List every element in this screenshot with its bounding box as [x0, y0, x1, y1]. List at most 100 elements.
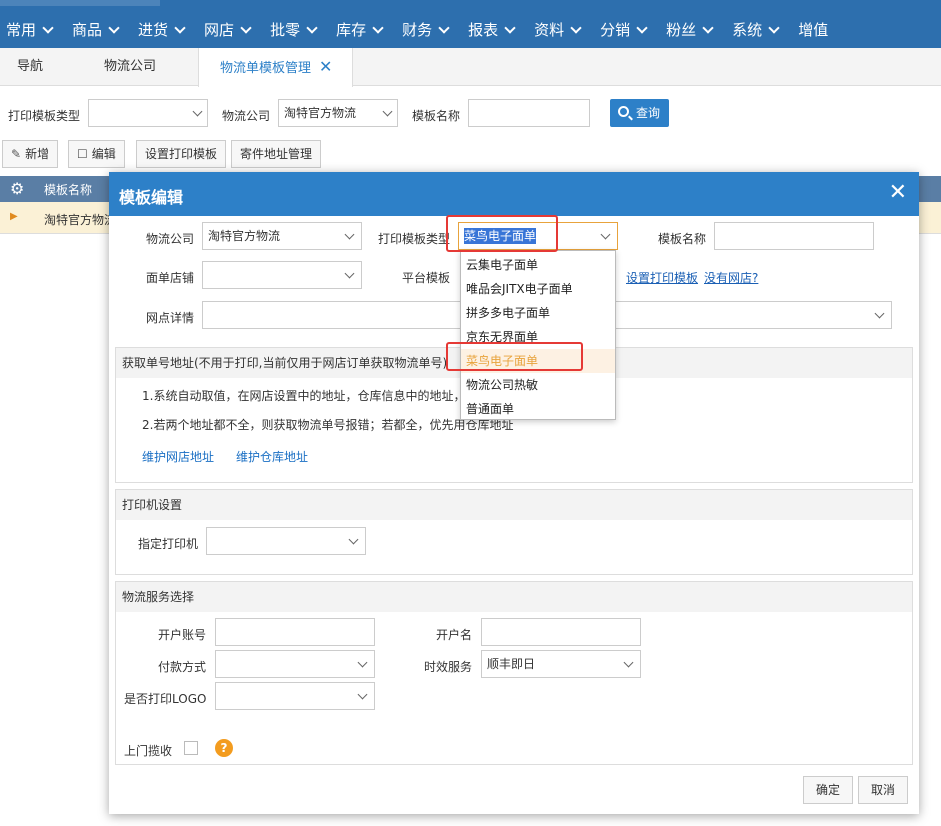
chevron-down-icon	[636, 21, 648, 34]
set-print-template-link[interactable]: 设置打印模板	[626, 269, 698, 286]
logistics-select[interactable]: 淘特官方物流	[202, 222, 362, 250]
maintain-shop-address-link[interactable]: 维护网店地址	[142, 448, 214, 465]
chevron-down-icon	[357, 657, 368, 668]
sender-address-button[interactable]: 寄件地址管理	[231, 140, 322, 168]
account-label: 开户账号	[158, 628, 207, 642]
dialog-title: 模板编辑	[119, 188, 184, 207]
menu-item-purchase[interactable]: 进货	[132, 12, 198, 48]
timeliness-select[interactable]: 顺丰即日	[481, 650, 641, 678]
pencil-icon: ✎	[11, 147, 22, 161]
shop-label: 面单店铺	[146, 271, 195, 285]
menu-item-fans[interactable]: 粉丝	[660, 12, 726, 48]
edit-button[interactable]: ☐ 编辑	[68, 140, 125, 168]
cancel-button[interactable]: 取消	[858, 776, 908, 804]
menu-item-common[interactable]: 常用	[0, 12, 66, 48]
menu-item-data[interactable]: 资料	[528, 12, 594, 48]
chevron-down-icon	[344, 268, 355, 279]
menu-item-wholesale[interactable]: 批零	[264, 12, 330, 48]
print-type-label: 打印模板类型	[378, 232, 451, 246]
printer-section-title: 打印机设置	[116, 490, 912, 520]
menu-item-goods[interactable]: 商品	[66, 12, 132, 48]
template-name-input[interactable]	[468, 99, 590, 127]
help-icon[interactable]: ?	[215, 739, 233, 757]
top-nav: 常用 商品 进货 网店 批零 库存 财务 报表 资料 分销 粉丝 系统 增值	[0, 0, 941, 48]
chevron-down-icon	[382, 106, 393, 117]
main-menu: 常用 商品 进货 网店 批零 库存 财务 报表 资料 分销 粉丝 系统 增值	[0, 12, 834, 48]
account-name-label: 开户名	[436, 628, 473, 642]
filter-bar: 打印模板类型 物流公司 淘特官方物流 模板名称 查询	[0, 86, 941, 138]
set-print-template-button[interactable]: 设置打印模板	[136, 140, 227, 168]
print-logo-label: 是否打印LOGO	[124, 692, 207, 706]
payment-select[interactable]	[215, 650, 375, 678]
template-name-input[interactable]	[714, 222, 874, 250]
printer-section: 打印机设置 指定打印机	[115, 489, 913, 575]
dropdown-option[interactable]: 云集电子面单	[461, 253, 615, 277]
print-type-label: 打印模板类型	[8, 109, 81, 123]
gear-icon[interactable]: ⚙	[10, 179, 24, 198]
menu-item-system[interactable]: 系统	[726, 12, 792, 48]
menu-item-finance[interactable]: 财务	[396, 12, 462, 48]
close-icon[interactable]: ✕	[319, 57, 332, 76]
printer-select[interactable]	[206, 527, 366, 555]
address-rule-2: 2.若两个地址都不全，则获取物流单号报错；若都全，优先用仓库地址	[142, 418, 514, 432]
chevron-down-icon	[174, 21, 186, 34]
chevron-down-icon	[768, 21, 780, 34]
menu-item-reports[interactable]: 报表	[462, 12, 528, 48]
shop-select[interactable]	[202, 261, 362, 289]
chevron-down-icon	[438, 21, 450, 34]
account-input[interactable]	[215, 618, 375, 646]
dropdown-option[interactable]: 普通面单	[461, 397, 615, 421]
ok-button[interactable]: 确定	[803, 776, 853, 804]
dropdown-option[interactable]: 拼多多电子面单	[461, 301, 615, 325]
query-button[interactable]: 查询	[610, 99, 669, 127]
pickup-checkbox[interactable]	[184, 741, 198, 755]
chevron-down-icon	[600, 229, 611, 240]
chevron-down-icon	[570, 21, 582, 34]
tab-bar: 导航 物流公司 物流单模板管理 ✕	[0, 48, 941, 87]
menu-item-inventory[interactable]: 库存	[330, 12, 396, 48]
chevron-down-icon	[504, 21, 516, 34]
chevron-down-icon	[240, 21, 252, 34]
service-section-title: 物流服务选择	[116, 582, 912, 612]
menu-item-value-added[interactable]: 增值	[792, 12, 834, 48]
add-button[interactable]: ✎ 新增	[2, 140, 59, 168]
template-name-label: 模板名称	[412, 109, 461, 123]
chevron-down-icon	[372, 21, 384, 34]
logistics-select[interactable]: 淘特官方物流	[278, 99, 398, 127]
maintain-warehouse-address-link[interactable]: 维护仓库地址	[236, 448, 308, 465]
search-icon	[618, 106, 629, 117]
chevron-down-icon	[306, 21, 318, 34]
chevron-down-icon	[702, 21, 714, 34]
print-logo-select[interactable]	[215, 682, 375, 710]
tab-logistics-template-management[interactable]: 物流单模板管理 ✕	[198, 48, 353, 87]
table-cell: 淘特官方物流	[44, 213, 117, 227]
printer-label: 指定打印机	[138, 537, 199, 551]
outlet-label: 网点详情	[146, 311, 195, 325]
template-name-label: 模板名称	[658, 232, 707, 246]
grid-column-template-name[interactable]: 模板名称	[44, 181, 92, 198]
print-type-dropdown: 云集电子面单 唯品会JITX电子面单 拼多多电子面单 京东无界面单 菜鸟电子面单…	[460, 250, 616, 420]
address-rule-1: 1.系统自动取值，在网店设置中的地址，仓库信息中的地址，	[142, 389, 466, 403]
row-pointer-icon: ▶	[10, 211, 18, 222]
no-shop-link[interactable]: 没有网店?	[704, 269, 758, 286]
chevron-down-icon	[42, 21, 54, 34]
brand-logo	[0, 0, 160, 6]
payment-label: 付款方式	[158, 660, 207, 674]
chevron-down-icon	[192, 106, 203, 117]
logistics-label: 物流公司	[222, 109, 271, 123]
menu-item-distribution[interactable]: 分销	[594, 12, 660, 48]
annotation-highlight-box	[446, 215, 558, 252]
account-name-input[interactable]	[481, 618, 641, 646]
chevron-down-icon	[874, 308, 885, 319]
dropdown-option[interactable]: 唯品会JITX电子面单	[461, 277, 615, 301]
chevron-down-icon	[344, 229, 355, 240]
menu-item-shop[interactable]: 网店	[198, 12, 264, 48]
toolbar: ✎ 新增 ☐ 编辑 设置打印模板 寄件地址管理	[0, 138, 941, 172]
dropdown-option[interactable]: 物流公司热敏	[461, 373, 615, 397]
tab-navigation[interactable]: 导航	[17, 48, 43, 86]
platform-template-label: 平台模板	[402, 271, 451, 285]
tab-logistics-company[interactable]: 物流公司	[104, 48, 156, 86]
edit-icon: ☐	[77, 147, 88, 161]
close-icon[interactable]: ✕	[889, 180, 907, 205]
print-type-select[interactable]	[88, 99, 208, 127]
